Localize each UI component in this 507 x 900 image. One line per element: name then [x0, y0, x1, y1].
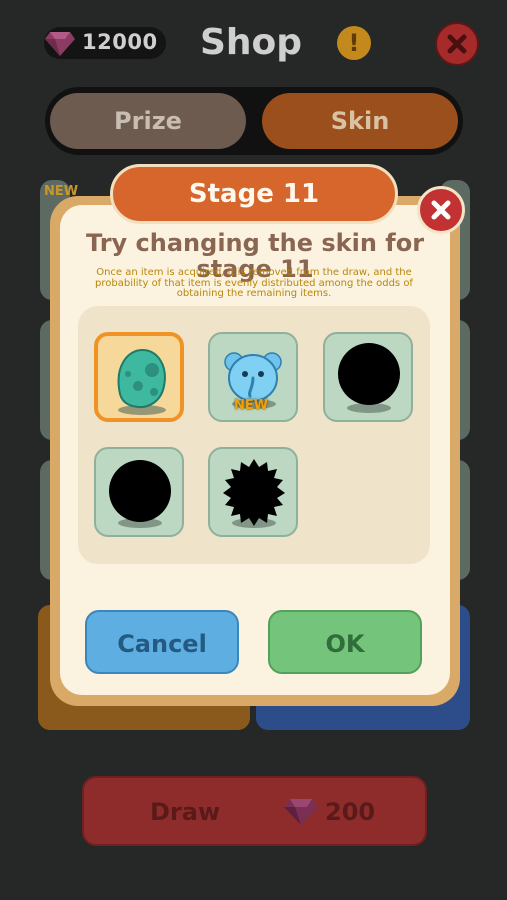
- new-badge: NEW: [234, 398, 269, 413]
- tab-prize[interactable]: Prize: [50, 93, 246, 149]
- cancel-button[interactable]: Cancel: [85, 610, 239, 674]
- locked-silhouette-icon: [109, 460, 171, 528]
- skin-slot-teal-egg[interactable]: [94, 332, 184, 422]
- teal-creature-icon: [117, 348, 166, 415]
- skin-slot-locked[interactable]: [208, 447, 298, 537]
- gem-icon: [283, 795, 319, 827]
- tab-skin[interactable]: Skin: [262, 93, 458, 149]
- draw-label: Draw: [150, 798, 221, 826]
- locked-spiky-silhouette-icon: [223, 459, 285, 528]
- skin-slot-locked[interactable]: [323, 332, 413, 422]
- close-button[interactable]: [435, 22, 479, 66]
- ok-button[interactable]: OK: [268, 610, 422, 674]
- gem-icon: [44, 28, 76, 58]
- gem-count: 12000: [82, 30, 158, 54]
- popup-close-button[interactable]: [417, 186, 465, 234]
- locked-silhouette-icon: [338, 343, 400, 413]
- popup-header-title: Stage 11: [188, 179, 320, 209]
- close-icon: [447, 34, 467, 54]
- draw-cost: 200: [325, 798, 376, 826]
- info-button[interactable]: !: [337, 26, 371, 60]
- skin-slot-blue-elephant[interactable]: NEW: [208, 332, 298, 422]
- close-icon: [431, 200, 451, 220]
- skin-slot-locked[interactable]: [94, 447, 184, 537]
- draw-button[interactable]: [82, 776, 427, 846]
- popup-description: Once an item is acquired, it is removed …: [95, 267, 413, 299]
- page-title: Shop: [200, 22, 303, 63]
